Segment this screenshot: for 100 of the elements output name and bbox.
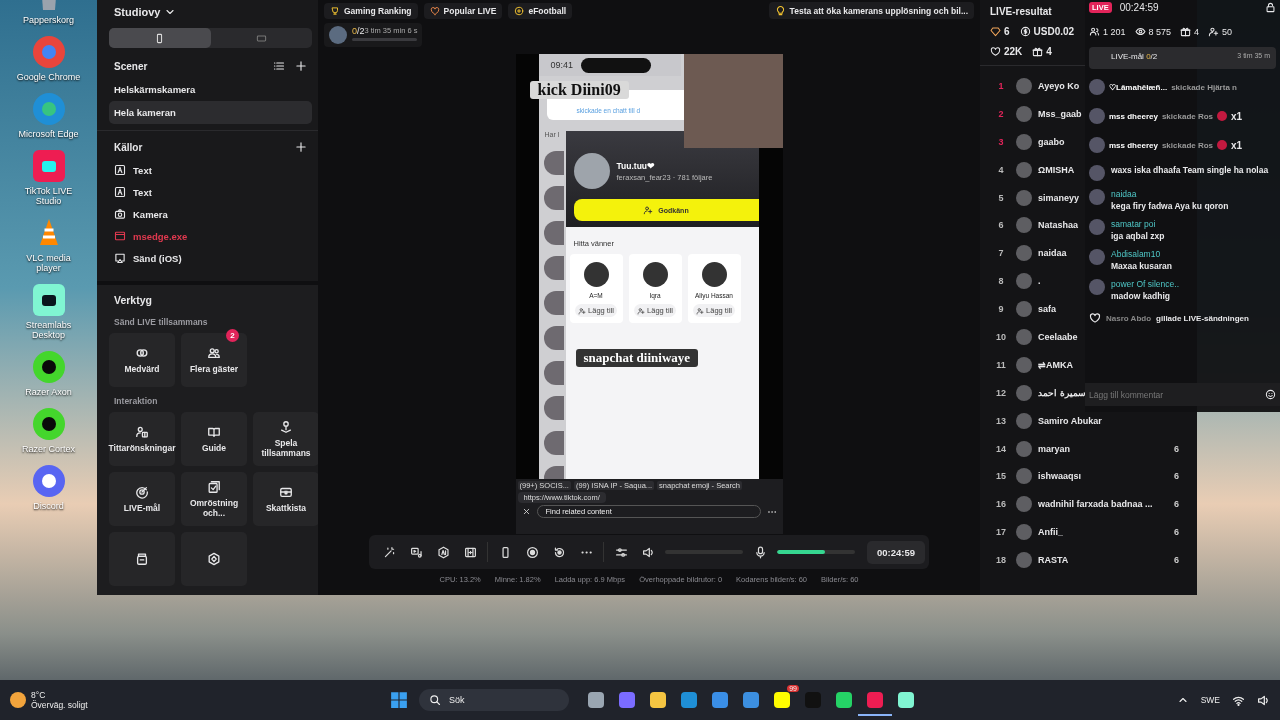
scene-item[interactable]: Helskärmskamera [109, 78, 312, 101]
media-icon [409, 545, 423, 559]
source-item[interactable]: Text [109, 181, 312, 203]
avatar-icon [1016, 245, 1032, 262]
viewer-name[interactable]: سميرة احمد [1038, 387, 1086, 398]
viewer-name[interactable]: Ayeyo Ko [1038, 80, 1080, 91]
scene-item[interactable]: Hela kameran [109, 101, 312, 124]
start-button[interactable] [390, 691, 408, 709]
rank-number: 18 [995, 555, 1007, 566]
viewer-name[interactable]: Mss_gaab [1038, 108, 1082, 119]
avatar-icon [583, 262, 609, 287]
viewer-name[interactable]: Natashaa [1038, 220, 1079, 231]
username[interactable]: ♡Lāmahēłæñ... [1109, 82, 1168, 92]
viewer-name[interactable]: wadnihil farxada badnaa ... [1038, 499, 1153, 510]
category-chip[interactable]: Popular LIVE [423, 2, 503, 19]
tool-tile[interactable] [109, 532, 175, 586]
source-item[interactable]: Text [109, 159, 312, 181]
desktop-icon-label[interactable]: Papperskorg [23, 15, 74, 25]
avatar-icon [1016, 161, 1032, 178]
avatar-icon [1089, 79, 1105, 95]
viewer-name[interactable]: gaabo [1038, 136, 1065, 147]
comment-text: Maxaa kusaran [1111, 261, 1172, 271]
like-text: gillade LIVE-sändningen [1156, 313, 1249, 323]
landscape-icon [255, 32, 267, 44]
language-indicator[interactable]: SWE [1200, 695, 1220, 705]
comment-text: iga aqbal zxp [1111, 231, 1165, 241]
viewer-name[interactable]: ⇌AMKA [1038, 359, 1073, 370]
group-title: Sänd LIVE tillsammans [113, 316, 209, 329]
avatar-icon [543, 256, 564, 280]
avatar-icon [1089, 219, 1105, 235]
view-title[interactable]: Studiovy [114, 6, 161, 18]
avatar-icon [573, 153, 610, 189]
rank-number: 4 [997, 164, 1005, 175]
diamond-count: 6 [1004, 26, 1010, 37]
coin-icon [1019, 26, 1031, 37]
viewer-name[interactable]: Ceelaabe [1038, 331, 1078, 342]
username[interactable]: naidaa [1111, 189, 1229, 199]
viewer-name[interactable]: simaneyy [1038, 192, 1080, 203]
viewer-name[interactable]: maryan [1038, 443, 1071, 454]
jar-icon [135, 552, 149, 566]
viewer-name[interactable]: RASTA [1038, 555, 1069, 566]
comment-field[interactable]: Lägg till kommentar [1085, 383, 1280, 406]
tool-tile[interactable]: Skattkista [253, 472, 318, 526]
username[interactable]: Abdisalam10 [1111, 249, 1172, 259]
person-plus-icon [578, 306, 587, 315]
desktop-icon-label[interactable]: Microsoft Edge [18, 129, 79, 139]
username[interactable]: mss dheerey [1109, 111, 1158, 121]
source-item[interactable]: Sänd (iOS) [109, 247, 312, 269]
person-pin-icon [279, 419, 293, 434]
tool-tile[interactable]: Medvärd [109, 333, 175, 387]
tool-tile[interactable]: Spela tillsammans [253, 412, 318, 466]
username[interactable]: Nasro Abdo [1106, 313, 1152, 323]
app-logo-icon[interactable] [31, 350, 66, 384]
source-item[interactable]: msedge.exe [109, 225, 312, 247]
heart-icon [1089, 312, 1101, 324]
tool-tile[interactable]: Guide [181, 412, 247, 466]
section-title: Källor [114, 141, 143, 153]
viewer-name[interactable]: safa [1038, 304, 1056, 315]
mic-slider[interactable] [777, 550, 855, 554]
section-title: Scener [114, 60, 148, 72]
avatar-icon [543, 396, 564, 420]
source-item[interactable]: Kamera [109, 203, 312, 225]
tool-tile[interactable]: LIVE-mål [109, 472, 175, 526]
username[interactable]: power Of silence.. [1111, 279, 1180, 289]
section-title: Verktyg [113, 293, 153, 308]
search-field[interactable]: Sök [419, 689, 569, 711]
username[interactable]: samatar poi [1111, 219, 1165, 229]
viewer-name[interactable]: Samiro Abukar [1038, 415, 1102, 426]
avatar-icon [329, 26, 347, 44]
category-chip[interactable]: eFootball [508, 2, 573, 19]
viewer-name[interactable]: naidaa [1038, 248, 1067, 259]
viewer-name[interactable]: ishwaaqsı [1038, 471, 1082, 482]
desktop-icon-label[interactable]: Google Chrome [16, 72, 81, 82]
category-chip[interactable]: Gaming Ranking [324, 2, 418, 19]
tool-tile[interactable] [181, 532, 247, 586]
rank-number: 8 [997, 276, 1005, 287]
tip-chip[interactable]: Testa att öka kamerans upplösning och bil... [768, 2, 974, 19]
tool-tile[interactable]: Tittarönskningar [109, 412, 175, 466]
list-icon [273, 60, 285, 72]
desktop-icon-label[interactable]: TikTok LIVE Studio [13, 186, 84, 206]
username[interactable]: mss dheerey [1109, 140, 1158, 150]
gift-multiplier: x1 [1231, 139, 1243, 151]
app-logo-icon[interactable] [31, 283, 66, 317]
avatar-icon [1089, 189, 1105, 205]
plus-icon [295, 141, 307, 153]
viewer-name[interactable]: ΩMISHA [1038, 164, 1075, 175]
rank-number: 17 [995, 527, 1007, 538]
replay-icon [552, 545, 566, 559]
avatar-icon [1016, 552, 1032, 569]
avatar-icon [1016, 133, 1032, 150]
avatar-icon [1016, 77, 1032, 94]
viewer-name[interactable]: . [1038, 276, 1041, 287]
tool-tile[interactable]: Omröstning och... [181, 472, 247, 526]
bulb-icon [774, 5, 786, 16]
viewer-name[interactable]: Anfii_ [1038, 527, 1063, 538]
app-logo-icon [896, 690, 916, 710]
eye-icon [1134, 26, 1146, 37]
person-plus-icon [643, 205, 654, 215]
app-logo-icon[interactable] [31, 407, 66, 441]
weather-text: Överväg. soligt [31, 700, 88, 710]
